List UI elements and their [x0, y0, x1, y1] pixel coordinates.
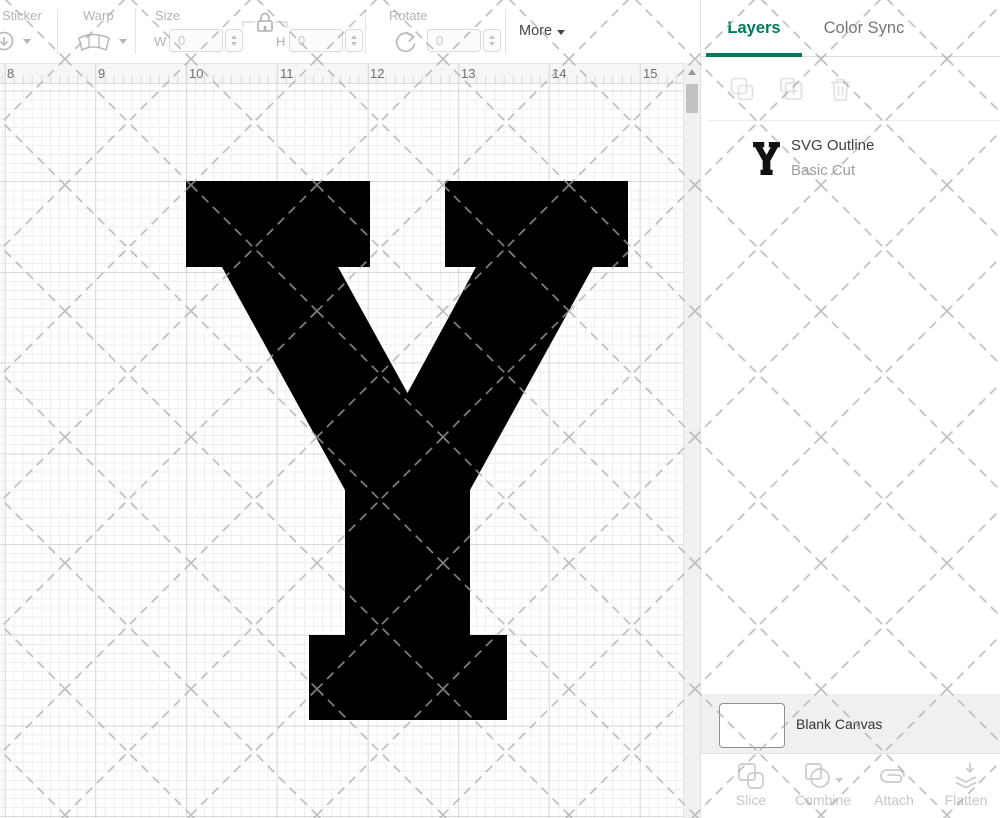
ruler-mark: 10: [189, 66, 203, 81]
scrollbar-up-button[interactable]: [684, 63, 700, 81]
panel-divider: [708, 120, 1000, 121]
tab-layers-label: Layers: [727, 19, 780, 37]
stepper-up-icon: [351, 35, 357, 39]
chevron-down-icon: [557, 30, 565, 35]
warp-dropdown-button[interactable]: [76, 32, 112, 58]
tab-layers[interactable]: Layers: [706, 0, 802, 57]
layers-panel: Layers Color Sync: [700, 0, 1000, 818]
stepper-down-icon: [489, 42, 495, 46]
top-toolbar: Sticker Warp Size W: [0, 0, 700, 63]
add-layer-button[interactable]: [778, 76, 805, 108]
chevron-down-icon: [119, 39, 127, 44]
layer-tools-bar: Slice Combine Attach: [701, 753, 1000, 818]
slice-label: Slice: [720, 792, 782, 808]
link-bracket-left: [243, 22, 255, 28]
attach-icon: [877, 761, 911, 791]
stepper-up-icon: [489, 35, 495, 39]
flatten-icon: [951, 761, 981, 791]
link-bracket-right: [275, 22, 287, 28]
combine-button[interactable]: Combine: [792, 754, 854, 818]
horizontal-ruler: 8 9 10 11 12 13 14 15: [0, 63, 683, 84]
sticker-dropdown-button[interactable]: [0, 30, 18, 58]
warp-icon: [76, 32, 112, 53]
chevron-down-icon: [23, 39, 31, 44]
rotate-group-label: Rotate: [389, 8, 427, 23]
combine-icon: [803, 761, 833, 791]
ruler-mark: 9: [98, 66, 105, 81]
active-tab-underline: [706, 53, 802, 57]
delete-layer-button[interactable]: [827, 76, 854, 108]
layer-actions-row: [701, 76, 1000, 116]
tab-color-sync-label: Color Sync: [824, 19, 905, 37]
layer-list-item[interactable]: SVG Outline Basic Cut: [701, 128, 1000, 192]
lock-icon: [258, 14, 272, 32]
ruler-mark: 8: [7, 66, 14, 81]
sticker-group-label: Sticker: [2, 8, 42, 23]
more-button-label: More: [519, 23, 552, 39]
ruler-mark: 11: [280, 66, 294, 81]
slice-icon: [736, 761, 766, 791]
height-field-label: H: [276, 34, 285, 49]
toolbar-separator: [57, 9, 58, 54]
stepper-up-icon: [231, 35, 237, 39]
blank-canvas-label: Blank Canvas: [796, 716, 882, 732]
design-app-window: Sticker Warp Size W: [0, 0, 1000, 818]
rotate-input[interactable]: [427, 29, 481, 52]
duplicate-layer-button[interactable]: [729, 76, 756, 108]
panel-tabs: Layers Color Sync: [701, 0, 1000, 57]
layer-thumbnail-letter-y: [753, 142, 780, 175]
ruler-mark: 15: [643, 66, 657, 81]
canvas-object-letter-y[interactable]: [0, 84, 683, 818]
stepper-down-icon: [351, 42, 357, 46]
sticker-icon: [0, 30, 18, 53]
height-input[interactable]: [289, 29, 343, 52]
vertical-scrollbar[interactable]: [683, 63, 700, 818]
slice-button[interactable]: Slice: [720, 754, 782, 818]
duplicate-icon: [729, 76, 756, 103]
width-input[interactable]: [169, 29, 223, 52]
ruler-mark: 12: [370, 66, 384, 81]
width-field-label: W: [154, 34, 166, 49]
rotate-button[interactable]: [391, 30, 418, 59]
design-canvas[interactable]: [0, 84, 683, 818]
flatten-label: Flatten: [935, 792, 997, 808]
chevron-down-icon: [835, 778, 843, 783]
add-layer-icon: [778, 76, 805, 103]
rotate-icon: [391, 30, 418, 54]
height-stepper[interactable]: [345, 29, 363, 52]
ruler-mark: 14: [552, 66, 566, 81]
trash-icon: [827, 76, 854, 103]
flatten-button[interactable]: Flatten: [935, 754, 997, 818]
layer-subtitle: Basic Cut: [791, 162, 855, 179]
scroll-up-icon: [688, 69, 696, 75]
stepper-down-icon: [231, 42, 237, 46]
toolbar-separator: [365, 9, 366, 54]
blank-canvas-row[interactable]: Blank Canvas: [701, 694, 1000, 753]
layer-title: SVG Outline: [791, 137, 874, 154]
size-group-label: Size: [155, 8, 180, 23]
combine-label: Combine: [792, 792, 854, 808]
warp-group-label: Warp: [83, 8, 114, 23]
ruler-mark: 13: [461, 66, 475, 81]
attach-button[interactable]: Attach: [863, 754, 925, 818]
toolbar-separator: [135, 9, 136, 54]
toolbar-separator: [505, 9, 506, 54]
canvas-color-swatch[interactable]: [719, 703, 785, 748]
tab-color-sync[interactable]: Color Sync: [809, 0, 919, 57]
attach-label: Attach: [863, 792, 925, 808]
scrollbar-thumb[interactable]: [686, 84, 698, 113]
more-button[interactable]: More: [519, 23, 565, 39]
rotate-stepper[interactable]: [483, 29, 501, 52]
